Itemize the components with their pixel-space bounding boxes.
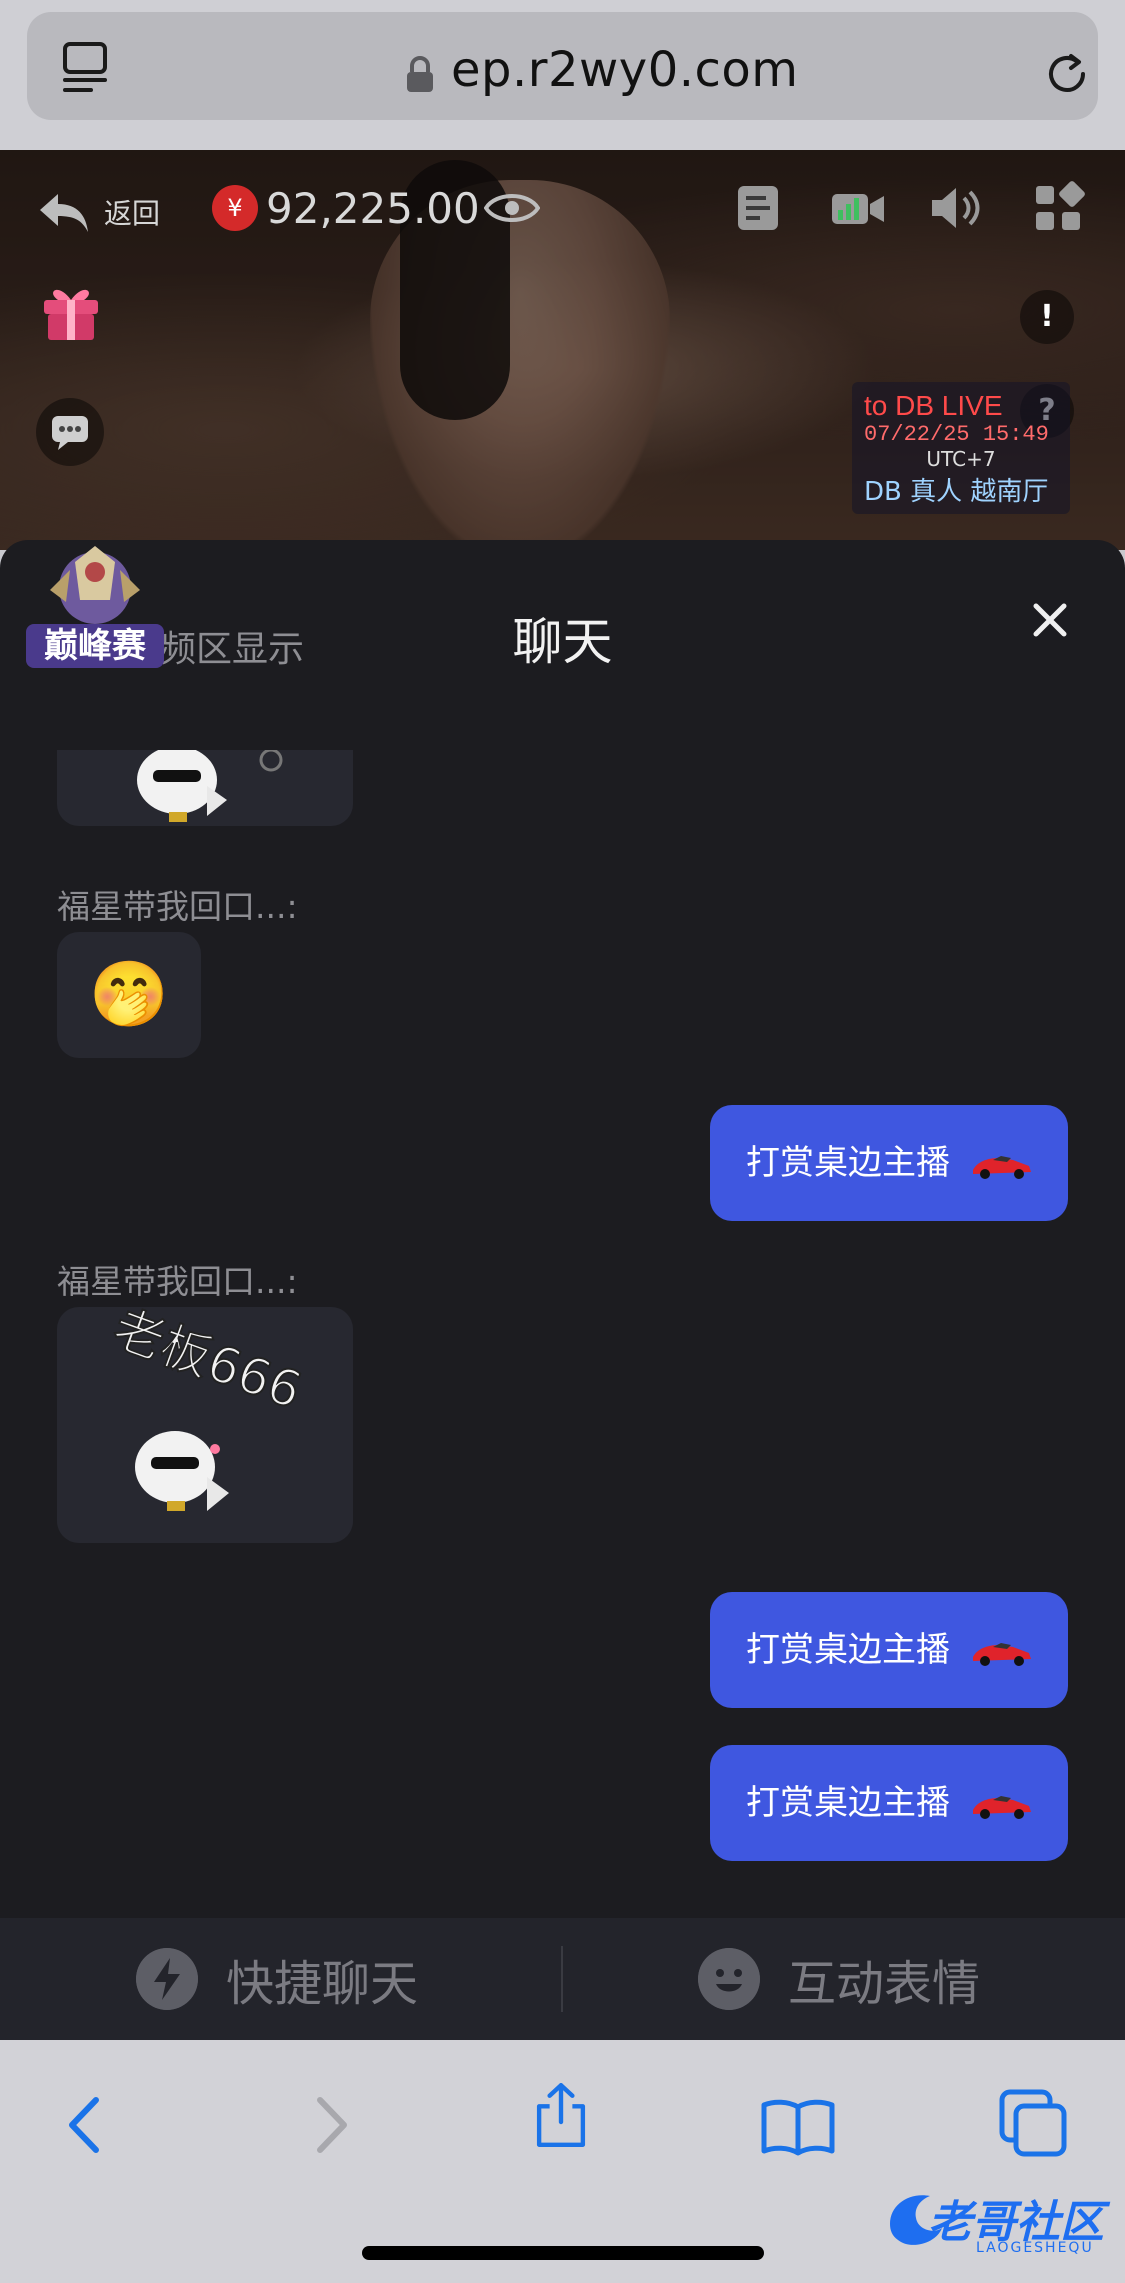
- list-item: 老板666: [57, 1307, 353, 1543]
- my-message-text: 打赏桌边主播: [746, 1783, 950, 1823]
- quick-chat-button[interactable]: 快捷聊天: [136, 1918, 418, 2040]
- sticker-caption: 老板666: [106, 1307, 309, 1420]
- address-bar[interactable]: ep.r2wy0.com: [27, 12, 1098, 120]
- sports-car-icon: [972, 1642, 1031, 1666]
- url-text[interactable]: ep.r2wy0.com: [451, 42, 799, 98]
- menu-grid-icon[interactable]: [1030, 180, 1086, 236]
- chat-action-bar: 快捷聊天 互动表情: [0, 1918, 1125, 2040]
- stamp-line-2: 07/22/25 15:49: [864, 422, 1049, 447]
- stamp-line-3: UTC+7: [926, 447, 996, 471]
- smiley-icon: [698, 1948, 760, 2010]
- emotes-label: 互动表情: [788, 1956, 981, 2012]
- message-list[interactable]: 福星带我回口...: 🤭 打赏桌边主播 福星带我回口...: 老板666 打赏桌…: [0, 750, 1125, 1940]
- sports-car-icon: [972, 1795, 1031, 1819]
- reader-mode-icon[interactable]: [61, 40, 111, 96]
- my-message-text: 打赏桌边主播: [746, 1143, 950, 1183]
- laoban666-sticker: 老板666: [105, 1307, 310, 1511]
- video-timestamp-overlay: to DB LIVE 07/22/25 15:49 UTC+7 DB 真人 越南…: [852, 382, 1070, 514]
- browser-top-bar: ep.r2wy0.com: [0, 0, 1125, 150]
- records-icon[interactable]: [730, 180, 786, 236]
- balance-amount: 92,225.00: [266, 184, 480, 233]
- close-icon[interactable]: [1024, 594, 1076, 646]
- volume-icon[interactable]: [928, 180, 984, 236]
- gift-icon[interactable]: [38, 278, 104, 342]
- reload-icon[interactable]: [1041, 48, 1093, 100]
- chat-bubble-icon[interactable]: [36, 398, 104, 466]
- my-message-bubble: 打赏桌边主播: [710, 1105, 1068, 1221]
- stamp-line-4: DB 真人 越南厅: [864, 477, 1049, 507]
- stamp-line-1: to DB LIVE: [864, 390, 1003, 421]
- my-message-text: 打赏桌边主播: [746, 1630, 950, 1670]
- quick-chat-label: 快捷聊天: [226, 1956, 419, 2012]
- chat-sheet: 频区显示 巅峰赛 聊天 福星带我回口...: 🤭 打赏桌边主播 福星带我回口..…: [0, 540, 1125, 2040]
- share-icon[interactable]: [526, 2080, 596, 2150]
- lock-icon: [407, 56, 433, 92]
- back-label[interactable]: 返回: [104, 192, 160, 232]
- info-icon[interactable]: !: [1020, 290, 1074, 344]
- eye-icon[interactable]: [484, 188, 540, 228]
- currency-icon: ¥: [212, 185, 258, 231]
- forward-icon[interactable]: [294, 2090, 364, 2160]
- back-icon[interactable]: [52, 2090, 122, 2160]
- tabs-icon[interactable]: [998, 2088, 1068, 2158]
- sports-car-icon: [972, 1155, 1031, 1179]
- duck-sticker-image: [137, 750, 283, 822]
- message-sender: 福星带我回口...:: [57, 887, 298, 926]
- my-message-bubble: 打赏桌边主播: [710, 1592, 1068, 1708]
- watermark-subtext: LAOGESHEQU: [976, 2240, 1094, 2256]
- back-arrow-icon[interactable]: [36, 188, 92, 236]
- message-sender: 福星带我回口...:: [57, 1262, 298, 1301]
- list-item: [57, 750, 353, 826]
- bookmarks-icon[interactable]: [760, 2092, 836, 2162]
- lightning-icon: [136, 1948, 198, 2010]
- emoji-message: 🤭: [57, 932, 201, 1058]
- video-quality-icon[interactable]: [830, 180, 886, 236]
- home-indicator: [362, 2246, 764, 2260]
- action-divider: [561, 1946, 563, 2012]
- my-message-bubble: 打赏桌边主播: [710, 1745, 1068, 1861]
- watermark: 老哥社区 LAOGESHEQU: [880, 2180, 1110, 2266]
- chat-title: 聊天: [512, 613, 613, 671]
- emotes-button[interactable]: 互动表情: [698, 1918, 980, 2040]
